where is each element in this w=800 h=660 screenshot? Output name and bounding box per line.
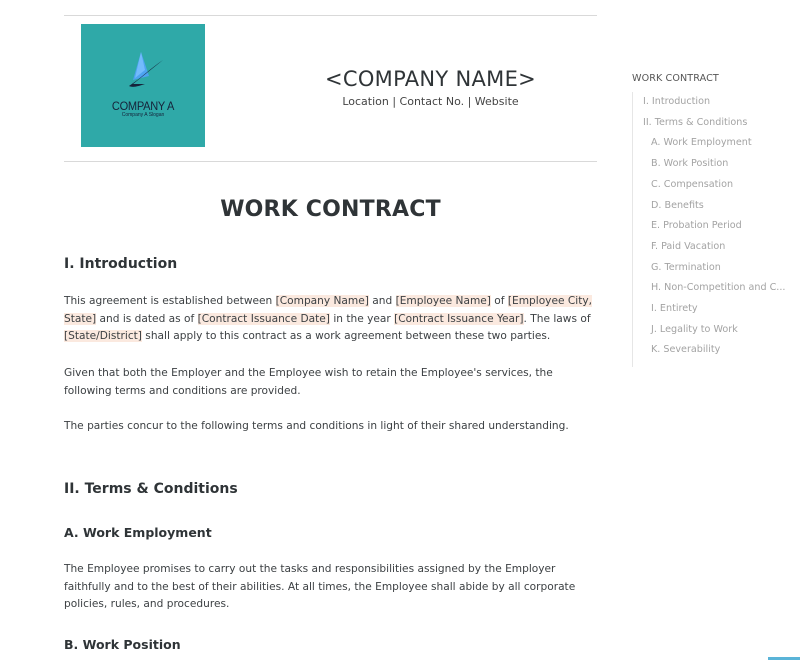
text: of [490, 295, 508, 307]
logo-slogan: Company A Slogan [121, 112, 165, 118]
toc-item-entirety[interactable]: I. Entirety [633, 299, 792, 320]
toc-item-non-competition[interactable]: H. Non-Competition and C... [633, 278, 792, 299]
toc-item-probation-period[interactable]: E. Probation Period [633, 216, 792, 237]
work-employment-paragraph: The Employee promises to carry out the t… [64, 563, 576, 610]
toc-item-severability[interactable]: K. Severability [633, 340, 792, 361]
toc-item-compensation[interactable]: C. Compensation [633, 175, 792, 196]
introduction-paragraph-3: The parties concur to the following term… [64, 420, 569, 432]
text: This agreement is established between [64, 295, 276, 307]
company-logo: COMPANY A Company A Slogan [81, 24, 205, 147]
introduction-paragraph-1: This agreement is established between [C… [64, 293, 597, 346]
toc-list: I. Introduction II. Terms & Conditions A… [632, 92, 792, 368]
toc-item-work-position[interactable]: B. Work Position [633, 154, 792, 175]
placeholder-company-name[interactable]: [Company Name] [275, 295, 369, 307]
placeholder-employee-name[interactable]: [Employee Name] [395, 295, 491, 307]
toc-item-work-employment[interactable]: A. Work Employment [633, 133, 792, 154]
header-top-divider [64, 15, 597, 16]
subsection-heading-work-employment: A. Work Employment [64, 525, 212, 540]
toc-item-introduction[interactable]: I. Introduction [633, 92, 792, 113]
text: and [368, 295, 396, 307]
table-of-contents: WORK CONTRACT I. Introduction II. Terms … [632, 72, 792, 368]
toc-item-legality-to-work[interactable]: J. Legality to Work [633, 320, 792, 341]
text: and is dated as of [96, 312, 198, 325]
section-heading-introduction: I. Introduction [64, 256, 178, 272]
company-name: <COMPANY NAME> [324, 67, 537, 91]
section-heading-terms: II. Terms & Conditions [64, 481, 238, 497]
toc-item-termination[interactable]: G. Termination [633, 258, 792, 279]
placeholder-contract-issuance-date[interactable]: [Contract Issuance Date] [197, 312, 330, 325]
introduction-paragraph-2: Given that both the Employer and the Emp… [64, 367, 553, 397]
company-details: Location | Contact No. | Website [342, 95, 519, 108]
text: . The laws of [523, 312, 591, 325]
text: in the year [329, 312, 395, 325]
document-title: WORK CONTRACT [220, 197, 441, 222]
placeholder-state-district[interactable]: [State/District] [64, 330, 142, 342]
placeholder-contract-issuance-year[interactable]: [Contract Issuance Year] [394, 312, 524, 325]
logo-mark-icon [129, 52, 163, 87]
header-bottom-divider [64, 161, 597, 162]
toc-item-terms-conditions[interactable]: II. Terms & Conditions [633, 113, 792, 134]
logo-company-name: COMPANY A [111, 99, 175, 113]
toc-item-paid-vacation[interactable]: F. Paid Vacation [633, 237, 792, 258]
toc-item-benefits[interactable]: D. Benefits [633, 196, 792, 217]
text: shall apply to this contract as a work a… [141, 330, 551, 342]
company-header: <COMPANY NAME> Location | Contact No. | … [264, 66, 597, 110]
subsection-heading-work-position: B. Work Position [64, 637, 181, 652]
toc-title[interactable]: WORK CONTRACT [632, 72, 792, 86]
